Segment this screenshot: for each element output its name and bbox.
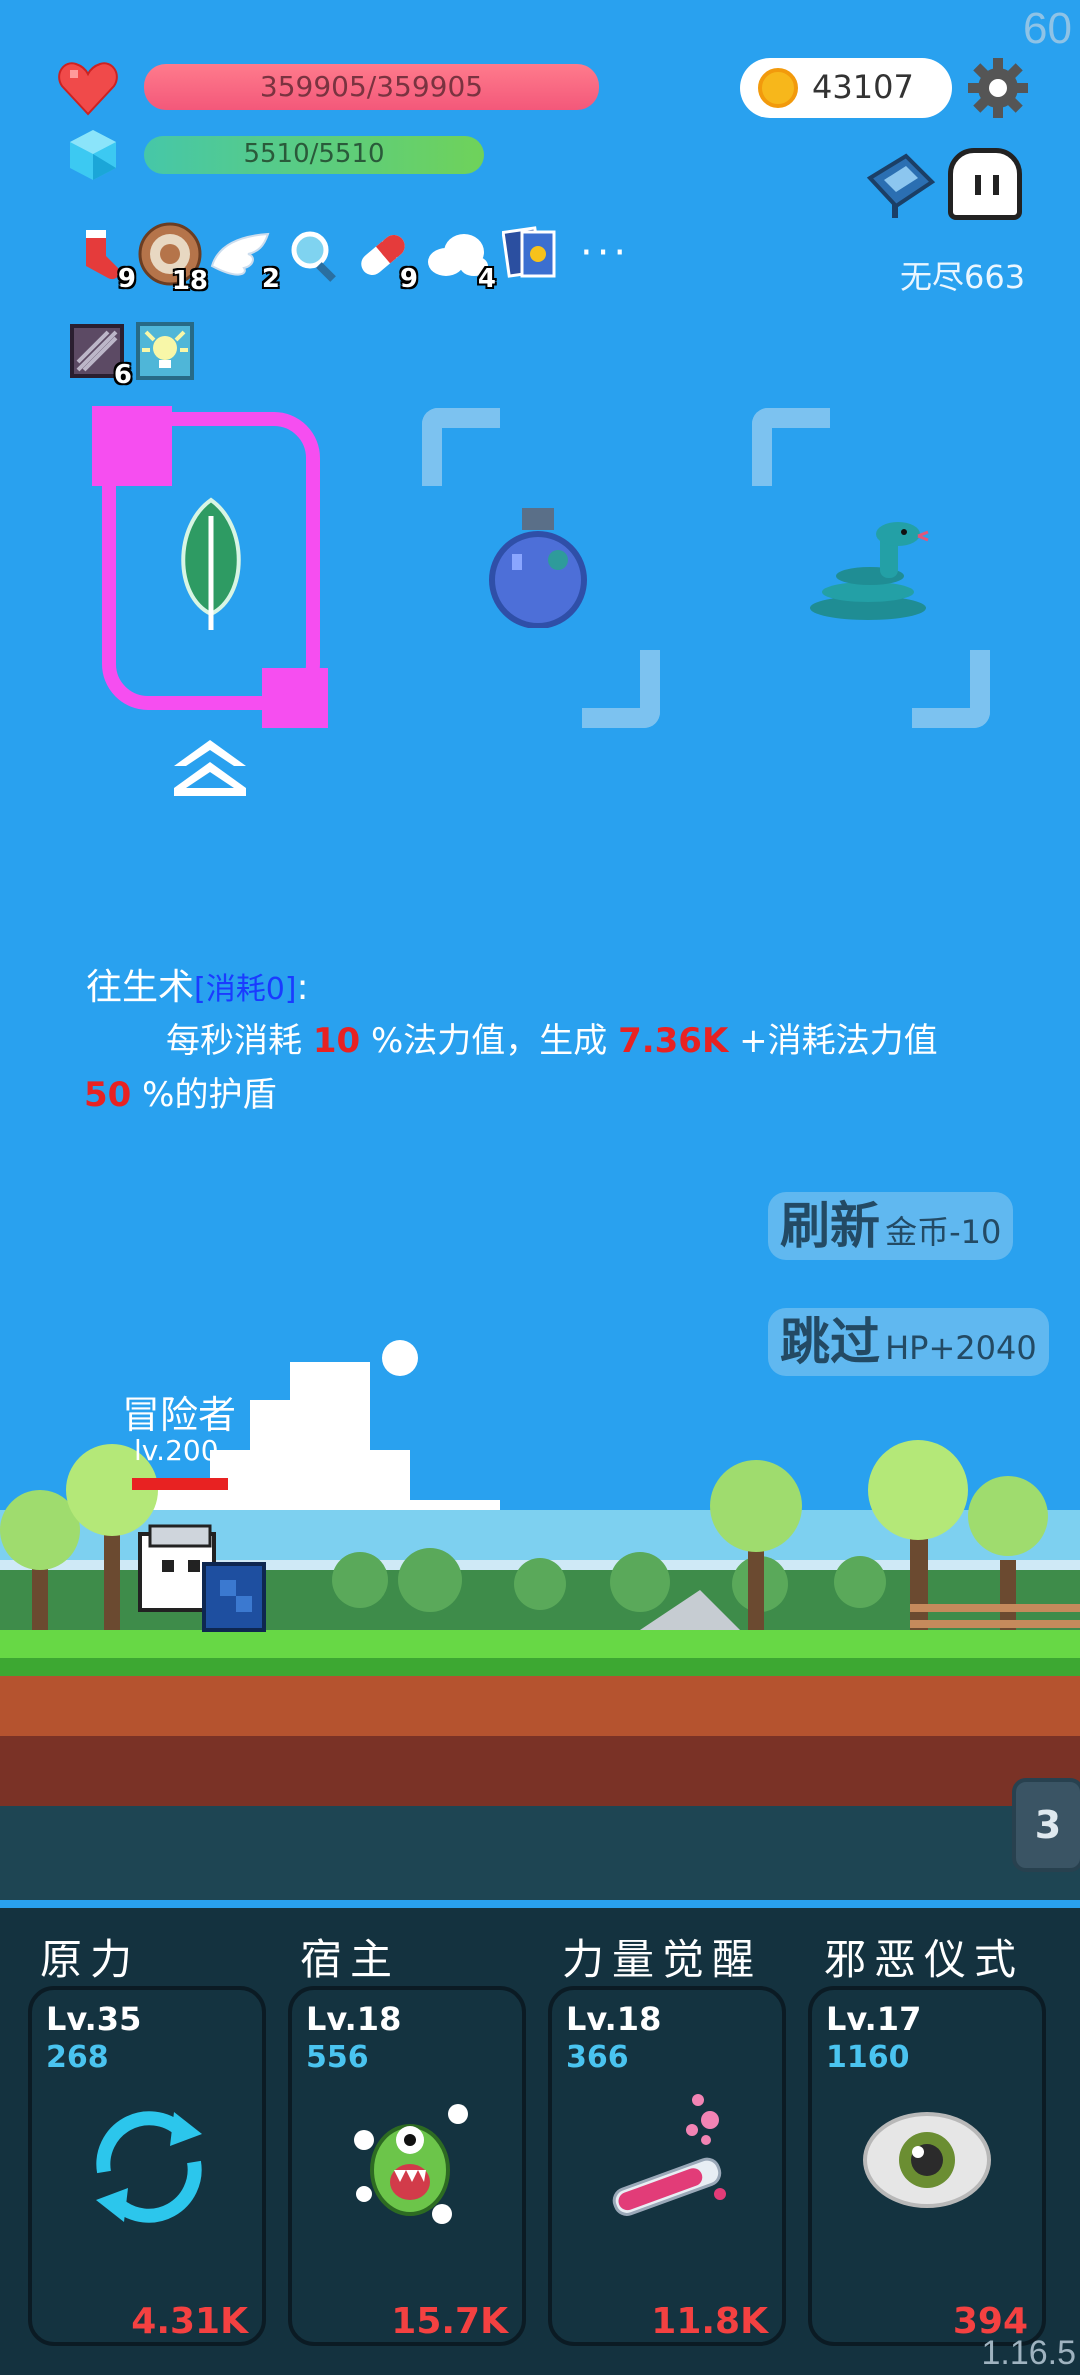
coin-value: 43107 [812, 68, 914, 106]
coin-counter: 43107 [740, 58, 952, 118]
mana-crystal-icon [66, 128, 120, 182]
skill-level: Lv.18 [566, 2000, 662, 2038]
item-pill[interactable]: 9 [354, 226, 418, 294]
page-tab[interactable]: 3 [1012, 1778, 1080, 1872]
ghost-icon[interactable] [948, 148, 1022, 220]
spell-description-line1: 每秒消耗 10 %法力值，生成 7.36K +消耗法力值 [166, 1014, 938, 1068]
skill-card-host[interactable]: Lv.18 556 15.7K [288, 1986, 526, 2346]
monster-icon [354, 2104, 468, 2224]
card-snake[interactable] [750, 408, 990, 728]
item-count: 4 [477, 264, 496, 294]
mana-bar: 5510/5510 [144, 136, 484, 174]
item-magnifier[interactable] [286, 226, 344, 284]
endless-level: 无尽663 [900, 258, 1026, 296]
skill-cost: 366 [566, 2040, 629, 2075]
item-count: 18 [171, 266, 208, 296]
skill-level: Lv.17 [826, 2000, 922, 2038]
desc-value: 50 [84, 1075, 132, 1115]
item-target[interactable]: 18 [138, 222, 208, 296]
snake-icon [810, 522, 929, 620]
skill-cost: 268 [46, 2040, 109, 2075]
lamp-icon [136, 322, 194, 380]
item-box[interactable]: 6 [68, 322, 132, 390]
desc-text: +消耗法力值 [728, 1021, 938, 1061]
skill-cost: 1160 [826, 2040, 910, 2075]
desc-text: 每秒消耗 [166, 1021, 313, 1061]
skill-title: 邪恶仪式 [824, 1935, 1025, 1984]
potion-tube-icon [612, 2094, 726, 2216]
skill-card-power-awaken[interactable]: Lv.18 366 11.8K [548, 1986, 786, 2346]
item-sock[interactable]: 9 [72, 226, 136, 294]
skill-cost: 556 [306, 2040, 369, 2075]
refresh-icon [96, 2111, 202, 2223]
refresh-cost: 金币-10 [885, 1213, 1002, 1251]
skill-level: Lv.35 [46, 2000, 142, 2038]
refresh-button[interactable]: 刷新 金币-10 [768, 1192, 1014, 1260]
desc-text: %的护盾 [131, 1075, 277, 1115]
skill-title: 力量觉醒 [562, 1935, 763, 1984]
card-potion[interactable] [420, 408, 660, 728]
skill-value: 4.31K [131, 2301, 248, 2342]
potion-icon [489, 508, 587, 628]
skill-title: 原力 [40, 1935, 141, 1984]
skill-level: Lv.18 [306, 2000, 402, 2038]
desc-text: %法力值，生成 [360, 1021, 619, 1061]
desc-value: 7.36K [618, 1021, 729, 1061]
spellbook-icon[interactable] [862, 148, 938, 224]
version-label: 1.16.5 [981, 2334, 1076, 2372]
coin-icon [758, 68, 798, 108]
item-lamp[interactable] [136, 322, 194, 380]
skill-title: 宿主 [300, 1935, 401, 1984]
item-count: 9 [399, 264, 418, 294]
settings-gear-icon[interactable] [966, 56, 1030, 120]
hp-bar: 359905/359905 [144, 64, 599, 110]
hero-name: 冒险者 [122, 1393, 237, 1437]
skill-card-evil-ritual[interactable]: Lv.17 1160 394 [808, 1986, 1046, 2346]
skill-value: 15.7K [391, 2301, 508, 2342]
desc-value: 10 [312, 1021, 361, 1061]
card-leaf-selected[interactable] [102, 412, 320, 710]
spell-cost: [消耗0] [194, 972, 297, 1007]
hero-hp-bar [132, 1478, 228, 1490]
fps-counter: 60 [1023, 4, 1072, 53]
hero-level: lv.200 [134, 1434, 219, 1467]
item-wing[interactable]: 2 [208, 226, 280, 294]
item-cloud[interactable]: 4 [424, 226, 496, 294]
item-cards[interactable] [501, 224, 560, 282]
upgrade-chevron-icon [174, 740, 246, 796]
eye-icon [863, 2112, 991, 2208]
item-count: 6 [113, 360, 132, 390]
hp-text: 359905/359905 [259, 70, 484, 103]
item-count: 2 [261, 264, 280, 294]
magnifier-icon [291, 231, 336, 282]
skill-card-force[interactable]: Lv.35 268 4.31K [28, 1986, 266, 2346]
spell-name: 往生术 [86, 967, 195, 1008]
refresh-label: 刷新 [780, 1197, 880, 1255]
mana-text: 5510/5510 [243, 139, 385, 169]
heart-icon [56, 56, 120, 120]
cards-icon [501, 226, 556, 278]
more-items-button[interactable]: ··· [580, 230, 630, 276]
leaf-icon [181, 497, 241, 630]
skill-value: 11.8K [651, 2301, 768, 2342]
spell-header: 往生术[消耗0]: [86, 958, 309, 1010]
spell-colon: : [296, 967, 309, 1008]
item-count: 9 [117, 264, 136, 294]
spell-description-line2: 50 %的护盾 [84, 1068, 276, 1122]
